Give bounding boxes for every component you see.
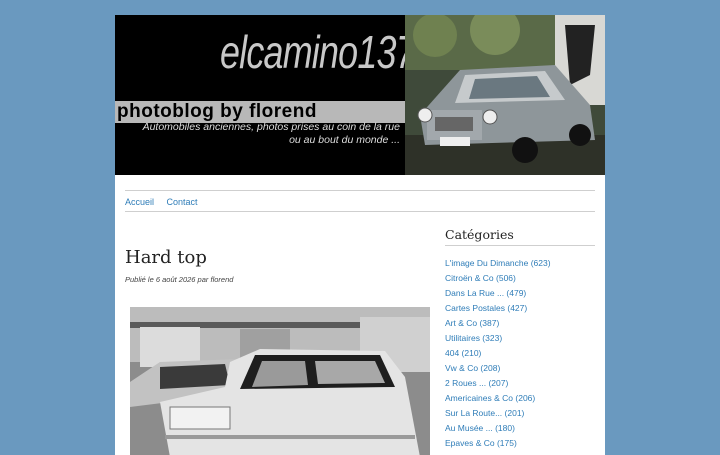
site-title[interactable]: elcamino137 bbox=[220, 25, 416, 79]
category-link[interactable]: 404 (210) bbox=[445, 346, 595, 361]
categories-list: L'image Du Dimanche (623) Citroën & Co (… bbox=[445, 256, 595, 451]
category-link[interactable]: L'image Du Dimanche (623) bbox=[445, 256, 595, 271]
sidebar: Catégories L'image Du Dimanche (623) Cit… bbox=[445, 227, 595, 451]
category-link[interactable]: Art & Co (387) bbox=[445, 316, 595, 331]
nav-link-contact[interactable]: Contact bbox=[166, 193, 197, 211]
category-link[interactable]: Dans La Rue ... (479) bbox=[445, 286, 595, 301]
site-tagline-line-1: Automobiles anciennes, photos prises au … bbox=[142, 121, 400, 133]
main-navigation: Accueil Contact bbox=[125, 190, 595, 212]
category-link[interactable]: 2 Roues ... (207) bbox=[445, 376, 595, 391]
category-link[interactable]: Sur La Route... (201) bbox=[445, 406, 595, 421]
site-subtitle: photoblog by florend bbox=[115, 101, 407, 123]
header-car-photo bbox=[405, 15, 605, 175]
site-header[interactable]: elcamino137 photoblog by florend Automob… bbox=[115, 15, 605, 175]
category-link[interactable]: Citroën & Co (506) bbox=[445, 271, 595, 286]
categories-heading: Catégories bbox=[445, 227, 595, 246]
post-photo[interactable] bbox=[130, 307, 430, 455]
category-link[interactable]: Vw & Co (208) bbox=[445, 361, 595, 376]
category-link[interactable]: Cartes Postales (427) bbox=[445, 301, 595, 316]
category-link[interactable]: Epaves & Co (175) bbox=[445, 436, 595, 451]
post-title[interactable]: Hard top bbox=[125, 247, 207, 268]
category-link[interactable]: Au Musée ... (180) bbox=[445, 421, 595, 436]
page-container: elcamino137 photoblog by florend Automob… bbox=[115, 15, 605, 455]
category-link[interactable]: Utilitaires (323) bbox=[445, 331, 595, 346]
category-link[interactable]: Americaines & Co (206) bbox=[445, 391, 595, 406]
site-tagline-line-2: ou au bout du monde ... bbox=[289, 134, 400, 146]
post-meta: Publié le 6 août 2026 par florend bbox=[125, 275, 234, 284]
nav-link-accueil[interactable]: Accueil bbox=[125, 193, 154, 211]
